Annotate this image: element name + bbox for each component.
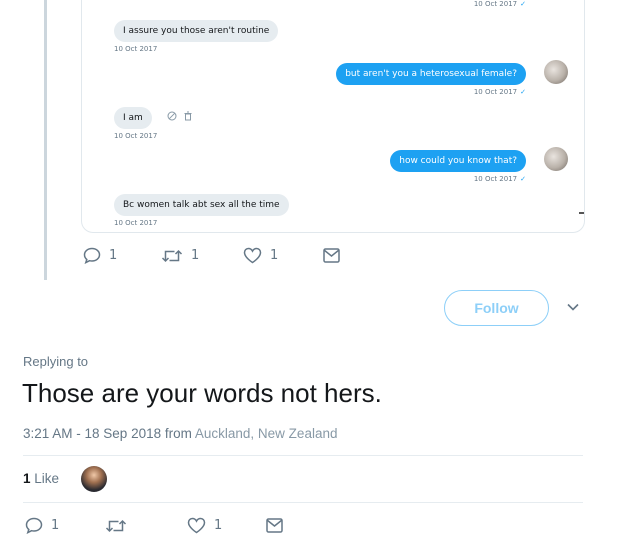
retweet-count: 1 xyxy=(191,248,200,263)
from-label: from xyxy=(164,426,192,441)
message-bubble: I assure you those aren't routine xyxy=(114,20,279,42)
reply-count: 1 xyxy=(51,518,60,533)
tweet-timestamp[interactable]: 3:21 AM - 18 Sep 2018 xyxy=(23,426,161,441)
retweet-button[interactable]: 1 xyxy=(161,248,243,264)
reply-icon xyxy=(83,247,101,264)
read-check-icon: ✓ xyxy=(520,88,526,96)
reply-button[interactable]: 1 xyxy=(83,247,161,264)
thread-line xyxy=(44,0,47,280)
message-timestamp: 10 Oct 2017 xyxy=(114,132,158,140)
retweet-icon xyxy=(105,519,127,532)
like-count: 1 xyxy=(270,248,279,263)
dm-message-received: I am 10 Oct 2017 xyxy=(114,105,193,140)
avatar xyxy=(544,60,568,84)
dm-conversation: 10 Oct 2017 ✓ I assure you those aren't r… xyxy=(82,0,584,232)
message-timestamp: 10 Oct 2017 xyxy=(114,219,158,227)
like-button[interactable]: 1 xyxy=(243,247,323,264)
like-stat-count: 1 xyxy=(23,471,31,486)
like-stat-label: Like xyxy=(34,471,60,486)
like-button[interactable]: 1 xyxy=(187,517,266,534)
tweet-text: Those are your words not hers. xyxy=(22,378,382,408)
block-icon[interactable] xyxy=(167,111,177,121)
divider xyxy=(23,455,583,456)
scrollbar[interactable] xyxy=(579,212,584,214)
trash-icon[interactable] xyxy=(183,111,193,121)
reply-count: 1 xyxy=(109,248,118,263)
like-stat[interactable]: 1 Like xyxy=(23,471,59,486)
quoted-tweet-actions: 1 1 1 xyxy=(83,247,340,264)
avatar xyxy=(544,147,568,171)
envelope-icon xyxy=(323,248,340,263)
message-bubble: but aren't you a heterosexual female? xyxy=(336,63,526,85)
direct-message-button[interactable] xyxy=(323,248,340,263)
direct-message-button[interactable] xyxy=(266,518,283,533)
reply-icon xyxy=(25,517,43,534)
reply-button[interactable]: 1 xyxy=(25,517,105,534)
envelope-icon xyxy=(266,518,283,533)
message-timestamp: 10 Oct 2017 xyxy=(473,175,518,183)
dm-screenshot-card[interactable]: 10 Oct 2017 ✓ I assure you those aren't r… xyxy=(81,0,585,233)
message-timestamp: 10 Oct 2017 xyxy=(473,88,518,96)
message-timestamp: 10 Oct 2017 xyxy=(114,45,158,53)
dm-message-sent: 10 Oct 2017 ✓ xyxy=(474,0,526,8)
divider xyxy=(23,502,583,503)
tweet-location[interactable]: Auckland, New Zealand xyxy=(195,426,338,441)
message-bubble: Bc women talk abt sex all the time xyxy=(114,194,289,216)
retweet-icon xyxy=(161,249,183,262)
dm-message-received: I assure you those aren't routine 10 Oct… xyxy=(114,18,279,53)
dm-message-sent: how could you know that? 10 Oct 2017 ✓ xyxy=(390,148,526,183)
tweet-meta: 3:21 AM - 18 Sep 2018 from Auckland, New… xyxy=(23,426,337,441)
chevron-down-icon[interactable] xyxy=(566,302,580,312)
heart-icon xyxy=(243,247,262,264)
dm-message-received: Bc women talk abt sex all the time 10 Oc… xyxy=(114,192,289,227)
replying-to-label: Replying to xyxy=(23,354,89,369)
like-count: 1 xyxy=(214,518,223,533)
heart-icon xyxy=(187,517,206,534)
dm-message-sent: but aren't you a heterosexual female? 10… xyxy=(336,61,526,96)
avatar[interactable] xyxy=(81,466,107,492)
message-bubble: how could you know that? xyxy=(390,150,526,172)
message-bubble: I am xyxy=(114,107,152,129)
follow-button[interactable]: Follow xyxy=(444,290,549,326)
message-timestamp: 10 Oct 2017 xyxy=(473,0,518,8)
retweet-button[interactable] xyxy=(105,518,187,534)
read-check-icon: ✓ xyxy=(520,0,526,8)
tweet-actions: 1 1 xyxy=(25,517,283,534)
read-check-icon: ✓ xyxy=(520,175,526,183)
